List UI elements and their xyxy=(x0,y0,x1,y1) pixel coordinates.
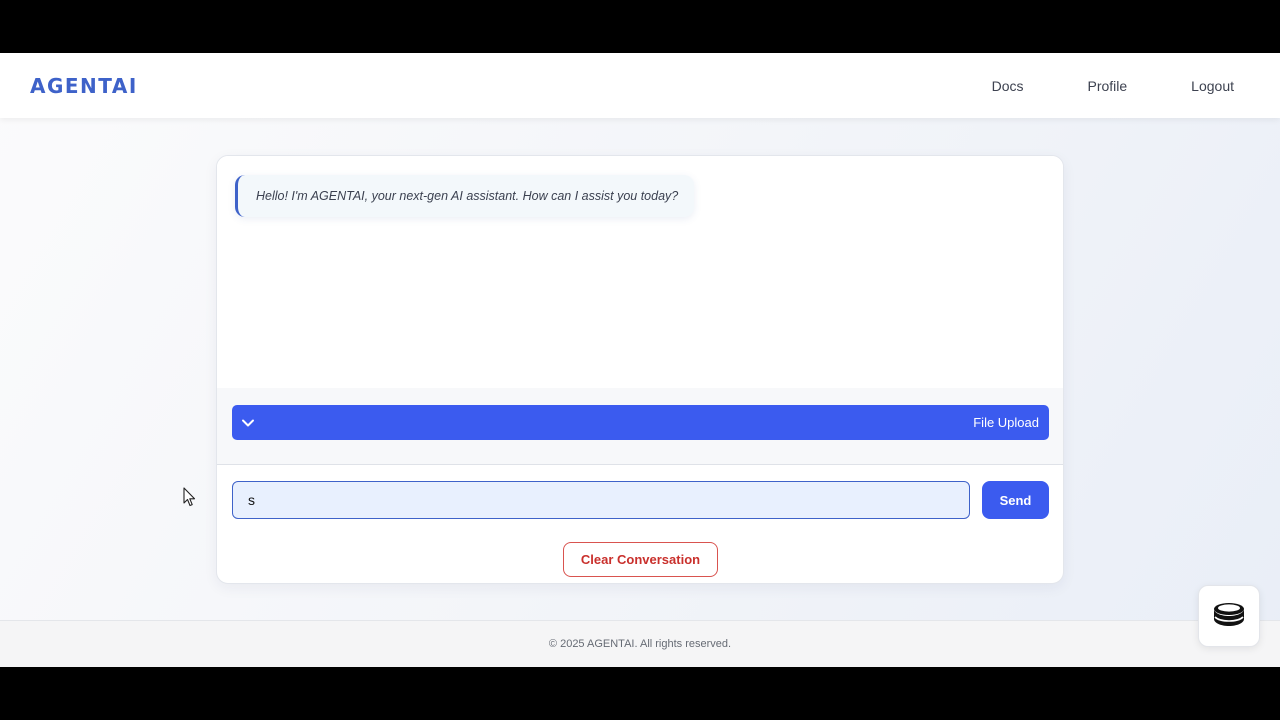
clear-conversation-button[interactable]: Clear Conversation xyxy=(563,542,718,577)
chevron-down-icon xyxy=(240,415,256,431)
copyright-text: © 2025 AGENTAI. All rights reserved. xyxy=(548,638,732,650)
send-button[interactable]: Send xyxy=(982,481,1049,519)
nav-docs-link[interactable]: Docs xyxy=(992,78,1024,94)
footer: © 2025 AGENTAI. All rights reserved. xyxy=(0,620,1280,667)
bot-message: Hello! I'm AGENTAI, your next-gen AI ass… xyxy=(235,175,695,217)
message-input[interactable] xyxy=(232,481,970,519)
file-upload-toggle[interactable]: File Upload xyxy=(232,405,1049,440)
mouse-cursor-icon xyxy=(183,487,197,507)
letterbox-top xyxy=(0,0,1280,53)
message-input-row: Send xyxy=(217,466,1063,536)
brand-logo[interactable]: AGENTAI xyxy=(30,74,138,98)
database-button[interactable] xyxy=(1198,585,1260,647)
file-upload-label: File Upload xyxy=(973,415,1039,430)
letterbox-bottom xyxy=(0,667,1280,720)
nav-profile-link[interactable]: Profile xyxy=(1087,78,1127,94)
database-icon xyxy=(1212,600,1246,633)
app-window: AGENTAI Docs Profile Logout Hello! I'm A… xyxy=(0,53,1280,667)
navbar: AGENTAI Docs Profile Logout xyxy=(0,53,1280,118)
chat-panel: Hello! I'm AGENTAI, your next-gen AI ass… xyxy=(216,155,1064,584)
message-list: Hello! I'm AGENTAI, your next-gen AI ass… xyxy=(217,156,1063,388)
nav-links: Docs Profile Logout xyxy=(928,78,1234,94)
nav-logout-link[interactable]: Logout xyxy=(1191,78,1234,94)
file-upload-section: File Upload xyxy=(217,388,1063,465)
